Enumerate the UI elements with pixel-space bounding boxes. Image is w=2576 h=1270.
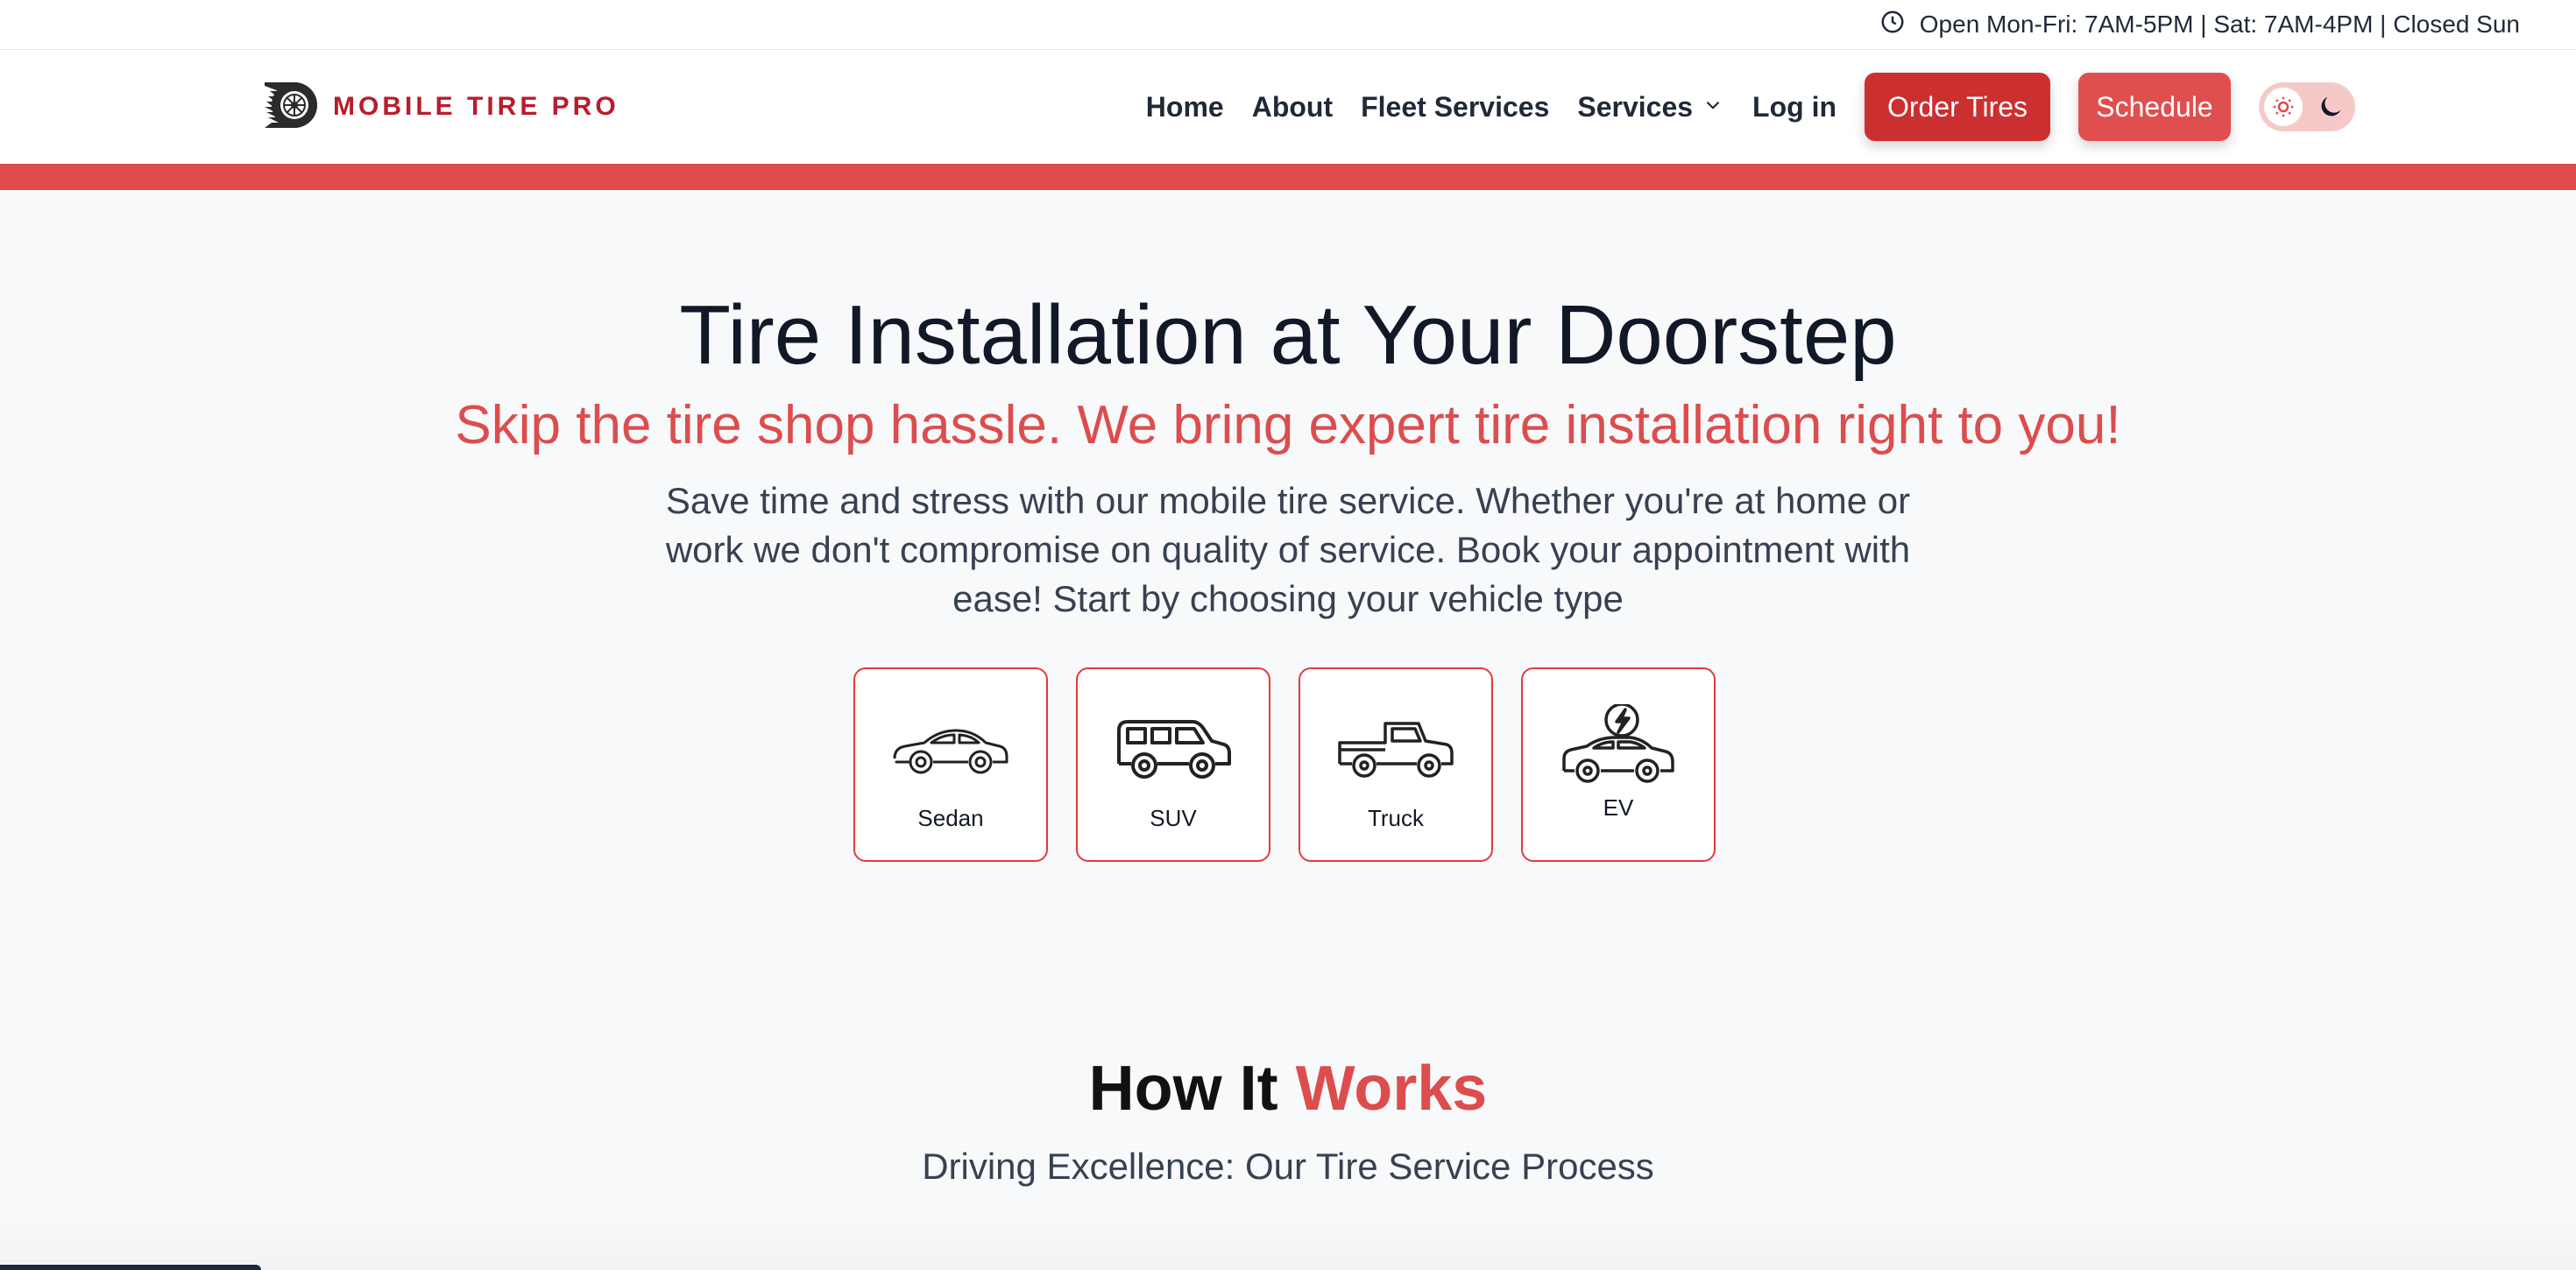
vehicle-label-suv: SUV: [1150, 805, 1197, 831]
vehicle-card-sedan[interactable]: Sedan: [853, 667, 1048, 862]
clock-icon: [1879, 9, 1906, 41]
ev-icon: [1557, 669, 1680, 787]
site-logo[interactable]: MOBILE TIRE PRO: [259, 78, 619, 136]
vehicle-card-truck[interactable]: Truck: [1299, 667, 1493, 862]
site-header: MOBILE TIRE PRO Home About Fleet Service…: [0, 50, 2576, 164]
suv-icon: [1112, 669, 1235, 787]
vehicle-label-sedan: Sedan: [917, 805, 984, 831]
schedule-button[interactable]: Schedule: [2078, 73, 2231, 141]
vehicle-type-selector: Sedan SUV Truck EV: [853, 667, 1716, 862]
vehicle-label-ev: EV: [1603, 794, 1634, 821]
logo-text: MOBILE TIRE PRO: [333, 92, 619, 121]
business-hours-text: Open Mon-Fri: 7AM-5PM | Sat: 7AM-4PM | C…: [1919, 11, 2520, 38]
corner-widget-edge[interactable]: [0, 1265, 261, 1270]
vehicle-card-suv[interactable]: SUV: [1076, 667, 1270, 862]
theme-toggle[interactable]: [2259, 82, 2355, 131]
nav-login[interactable]: Log in: [1752, 91, 1836, 123]
header-accent-band: [0, 164, 2576, 190]
how-it-works-subtitle: Driving Excellence: Our Tire Service Pro…: [922, 1146, 1654, 1187]
nav-home[interactable]: Home: [1146, 91, 1224, 123]
how-it-works-title: How It Works: [0, 1054, 2576, 1124]
nav-services-dropdown[interactable]: Services: [1577, 91, 1724, 123]
tire-logo-icon: [259, 79, 322, 136]
hero-title: Tire Installation at Your Doorstep: [679, 288, 1897, 382]
chevron-down-icon: [1702, 91, 1724, 123]
vehicle-label-truck: Truck: [1367, 805, 1425, 831]
business-hours: Open Mon-Fri: 7AM-5PM | Sat: 7AM-4PM | C…: [1879, 9, 2520, 40]
sedan-icon: [889, 669, 1012, 787]
sun-icon: [2264, 88, 2303, 126]
hero-description: Save time and stress with our mobile tir…: [665, 480, 1911, 619]
hero-subtitle: Skip the tire shop hassle. We bring expe…: [455, 395, 2121, 455]
nav-about[interactable]: About: [1252, 91, 1333, 123]
how-title-plain: How It: [1088, 1054, 1278, 1124]
moon-icon: [2311, 88, 2350, 126]
order-tires-button[interactable]: Order Tires: [1865, 73, 2050, 141]
main-nav: Home About Fleet Services Services Log i…: [1146, 72, 2355, 142]
nav-services-label: Services: [1577, 90, 1694, 123]
truck-icon: [1334, 669, 1457, 787]
vehicle-card-ev[interactable]: EV: [1521, 667, 1716, 862]
section-divider: [0, 1217, 2576, 1270]
how-title-accent: Works: [1295, 1054, 1488, 1124]
top-info-bar: Open Mon-Fri: 7AM-5PM | Sat: 7AM-4PM | C…: [0, 0, 2576, 50]
nav-fleet-services[interactable]: Fleet Services: [1361, 91, 1549, 123]
